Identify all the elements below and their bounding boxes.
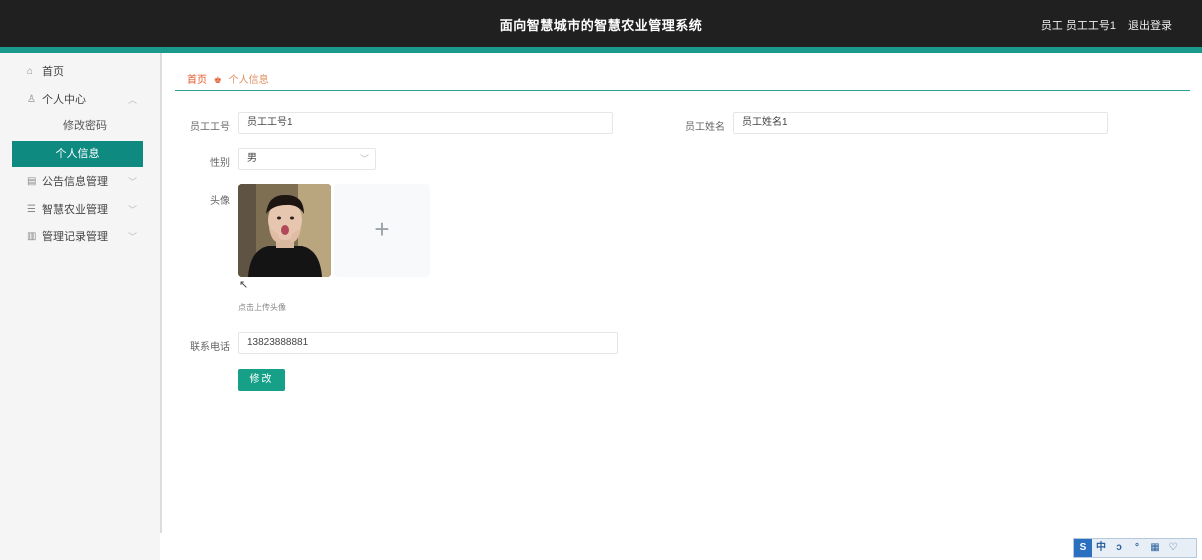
modify-submit-button[interactable]: 修改: [238, 369, 285, 391]
plus-icon: +: [374, 214, 390, 244]
chevron-up-icon: ︿: [128, 95, 138, 105]
sidebar-item-record-management[interactable]: ▥ 管理记录管理 ﹀: [0, 223, 160, 251]
user-icon: ♙: [27, 94, 36, 105]
chart-icon: ▥: [27, 231, 37, 242]
logout-link[interactable]: 退出登录: [1128, 17, 1172, 33]
breadcrumb-home-link[interactable]: 首页: [187, 75, 207, 86]
sidebar-item-personal-info[interactable]: 个人信息: [12, 141, 143, 167]
employee-name-label: 员工姓名: [685, 122, 725, 133]
breadcrumb-separator-icon: ♚: [213, 75, 222, 85]
list-icon: ☰: [27, 204, 36, 215]
current-user-info: 员工 员工工号1: [1040, 20, 1116, 32]
avatar-image[interactable]: [238, 184, 331, 277]
employee-name-field[interactable]: 员工姓名1: [733, 112, 1108, 134]
ime-moon-icon[interactable]: ↄ: [1110, 539, 1128, 557]
sidebar-item-change-password[interactable]: 修改密码: [0, 113, 160, 139]
sidebar-item-notice-management[interactable]: ▤ 公告信息管理 ﹀: [0, 168, 160, 196]
gender-select[interactable]: 男 ﹀: [238, 148, 376, 170]
ime-toolbar[interactable]: S中ↄ°▦♡ʃ: [1073, 538, 1197, 558]
chevron-down-icon: ﹀: [128, 177, 138, 187]
chevron-down-icon: ﹀: [359, 154, 369, 164]
upload-hint-text: 点击上传头像: [238, 303, 286, 312]
phone-field[interactable]: 13823888881: [238, 332, 618, 354]
notice-icon: ▤: [27, 176, 37, 187]
home-icon: ⌂: [27, 66, 34, 77]
sidebar-item-label: 修改密码: [63, 120, 107, 132]
gender-label: 性别: [210, 158, 230, 169]
sidebar-item-label: 智慧农业管理: [42, 204, 108, 216]
sidebar-item-label: 个人信息: [55, 148, 100, 160]
ime-logo-icon[interactable]: S: [1074, 539, 1092, 557]
sidebar-item-home[interactable]: ⌂ 首页: [0, 58, 160, 86]
app-title: 面向智慧城市的智慧农业管理系统: [499, 19, 703, 34]
employee-id-field[interactable]: 员工工号1: [238, 112, 613, 134]
gender-selected-value: 男: [247, 153, 257, 164]
sidebar-divider: [160, 53, 162, 533]
mouse-cursor-icon: ↖: [239, 279, 249, 291]
breadcrumb-underline: [175, 90, 1190, 91]
avatar-photo-icon: [238, 184, 331, 277]
breadcrumb-current: 个人信息: [228, 75, 269, 86]
ime-punct-icon[interactable]: °: [1128, 539, 1146, 557]
ime-keyboard-icon[interactable]: ▦: [1146, 539, 1164, 557]
chevron-down-icon: ﹀: [128, 232, 138, 242]
sidebar-item-personal-center[interactable]: ♙ 个人中心 ︿: [0, 86, 160, 114]
ime-mode-icon[interactable]: 中: [1092, 539, 1110, 557]
sidebar-item-label: 首页: [42, 66, 64, 78]
ime-skin-icon[interactable]: ♡: [1164, 539, 1182, 557]
avatar-label: 头像: [210, 196, 230, 207]
breadcrumb: 首页 ♚ 个人信息: [187, 71, 269, 86]
employee-id-label: 员工工号: [190, 122, 230, 133]
chevron-down-icon: ﹀: [128, 205, 138, 215]
sidebar-item-smart-agriculture[interactable]: ☰ 智慧农业管理 ﹀: [0, 196, 160, 224]
header-accent-line: [0, 47, 1202, 53]
avatar-upload-button[interactable]: +: [334, 184, 430, 277]
phone-label: 联系电话: [190, 342, 230, 353]
sidebar-item-label: 个人中心: [42, 94, 86, 106]
sidebar-item-label: 管理记录管理: [42, 231, 108, 243]
sidebar-item-label: 公告信息管理: [42, 176, 108, 188]
